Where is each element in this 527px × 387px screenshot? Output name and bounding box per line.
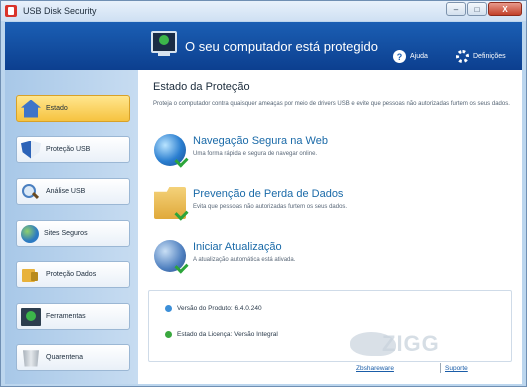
feature-description: Uma forma rápida e segura de navegar onl… (193, 151, 318, 157)
product-info-box: Versão do Produto: 6.4.0.240 Estado da L… (148, 290, 512, 362)
sidebar-item-protecao-dados[interactable]: Proteção Dados (16, 261, 130, 288)
sidebar-item-quarentena[interactable]: Quarentena (16, 344, 130, 371)
support-link[interactable]: Suporte (445, 365, 468, 372)
protection-status-text: O seu computador está protegido (185, 39, 378, 54)
status-header: O seu computador está protegido ? Ajuda … (5, 22, 522, 70)
feature-title[interactable]: Iniciar Atualização (193, 241, 282, 253)
page-description: Proteja o computador contra quaisquer am… (153, 101, 510, 107)
sidebar-item-ferramentas[interactable]: Ferramentas (16, 303, 130, 330)
main-panel: Estado da Proteção Proteja o computador … (138, 70, 522, 384)
close-button[interactable]: X (488, 2, 522, 16)
gear-icon (456, 50, 469, 63)
license-value: Versão Integral (234, 331, 278, 338)
minimize-button[interactable]: – (446, 2, 466, 16)
title-bar[interactable]: USB Disk Security – □ X (1, 1, 526, 21)
watermark-text: ZIGG (382, 331, 440, 356)
sidebar-item-label: Análise USB (46, 188, 86, 195)
maximize-button[interactable]: □ (467, 2, 487, 16)
sidebar-item-label: Proteção USB (46, 146, 91, 153)
feature-safe-browsing[interactable]: Navegação Segura na Web Uma forma rápida… (154, 134, 514, 174)
help-button[interactable]: ? Ajuda (393, 50, 428, 63)
feature-description: Evita que pessoas não autorizadas furtem… (193, 204, 348, 210)
help-icon: ? (393, 50, 406, 63)
feature-data-loss-prevention[interactable]: Prevenção de Perda de Dados Evita que pe… (154, 187, 514, 227)
version-row: Versão do Produto: 6.4.0.240 (165, 305, 262, 312)
info-dot-icon (165, 305, 172, 312)
home-icon (21, 99, 41, 118)
magnifier-icon (21, 183, 41, 201)
license-label: Estado da Licença: (177, 331, 233, 338)
sidebar-item-sites-seguros[interactable]: Sites Seguros (16, 220, 130, 247)
sidebar-item-label: Quarentena (46, 354, 83, 361)
feature-title[interactable]: Prevenção de Perda de Dados (193, 188, 343, 200)
sidebar: Estado Proteção USB Análise USB Sites Se… (5, 70, 138, 384)
app-window: USB Disk Security – □ X O seu computador… (0, 0, 527, 387)
license-row: Estado da Licença: Versão Integral (165, 331, 278, 338)
sidebar-item-label: Estado (46, 105, 68, 112)
zbshareware-link[interactable]: Zbshareware (356, 365, 394, 372)
check-dot-icon (165, 331, 172, 338)
lock-icon (21, 266, 41, 284)
sidebar-item-label: Ferramentas (46, 313, 86, 320)
window-controls: – □ X (446, 2, 522, 16)
sidebar-item-protecao-usb[interactable]: Proteção USB (16, 136, 130, 163)
footer-divider (440, 363, 441, 373)
monitor-check-icon (151, 31, 177, 56)
feature-title[interactable]: Navegação Segura na Web (193, 135, 328, 147)
shield-icon (21, 140, 41, 159)
window-title: USB Disk Security (23, 6, 97, 16)
help-label: Ajuda (410, 53, 428, 60)
globe-icon (21, 224, 39, 243)
usb-app-icon (5, 5, 17, 17)
tools-icon (21, 307, 41, 326)
feature-description: A atualização automática está ativada. (193, 257, 296, 263)
settings-button[interactable]: Definições (456, 50, 506, 63)
sidebar-item-label: Proteção Dados (46, 271, 97, 278)
sidebar-item-label: Sites Seguros (44, 230, 88, 237)
settings-label: Definições (473, 53, 506, 60)
trash-icon (23, 350, 39, 367)
sidebar-item-analise-usb[interactable]: Análise USB (16, 178, 130, 205)
version-value: 6.4.0.240 (234, 305, 262, 312)
version-label: Versão do Produto: (177, 305, 233, 312)
page-title: Estado da Proteção (153, 81, 250, 93)
sidebar-item-estado[interactable]: Estado (16, 95, 130, 122)
feature-update[interactable]: Iniciar Atualização A atualização automá… (154, 240, 514, 280)
